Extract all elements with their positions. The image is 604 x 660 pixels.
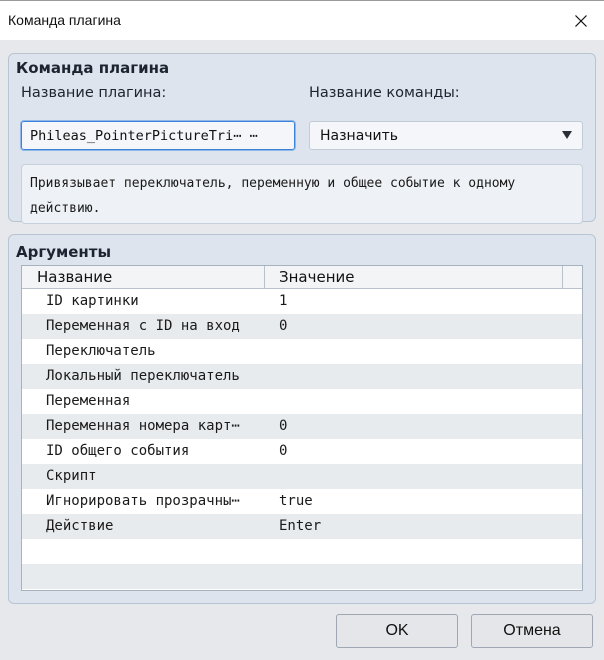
arg-value: 0 bbox=[279, 443, 288, 459]
column-divider[interactable] bbox=[264, 266, 265, 288]
command-name-select[interactable]: Назначить bbox=[309, 121, 583, 150]
table-row[interactable]: Переменная с ID на вход 0 bbox=[22, 314, 582, 339]
table-row[interactable]: Скрипт bbox=[22, 464, 582, 489]
command-name-label: Название команды: bbox=[309, 85, 460, 101]
arg-name: Переменная с ID на вход bbox=[46, 318, 240, 334]
ok-button[interactable]: OK bbox=[336, 614, 458, 648]
column-header-value[interactable]: Значение bbox=[279, 266, 355, 288]
arg-name: Игнорировать прозрачны⋯ bbox=[46, 493, 240, 509]
arg-name: ID картинки bbox=[46, 293, 139, 309]
plugin-name-label: Название плагина: bbox=[21, 85, 167, 101]
arg-value: Enter bbox=[279, 518, 322, 534]
arguments-table: Название Значение ID картинки 1 Переменн… bbox=[21, 265, 583, 591]
arguments-group: Аргументы Название Значение ID картинки … bbox=[8, 234, 596, 604]
dialog-body: Команда плагина Название плагина: Назван… bbox=[0, 40, 604, 660]
arg-value: true bbox=[279, 493, 313, 509]
cancel-button[interactable]: Отмена bbox=[471, 614, 593, 648]
title-bar: Команда плагина bbox=[0, 0, 604, 41]
arg-value: 0 bbox=[279, 418, 288, 434]
empty-table-row bbox=[22, 539, 582, 564]
arg-name: Переменная bbox=[46, 393, 131, 409]
arg-name: ID общего события bbox=[46, 443, 190, 459]
table-row[interactable]: Действие Enter bbox=[22, 514, 582, 539]
arg-value: 0 bbox=[279, 318, 288, 334]
arg-value: 1 bbox=[279, 293, 288, 309]
arg-name: Скрипт bbox=[46, 468, 97, 484]
table-row[interactable]: Переключатель bbox=[22, 339, 582, 364]
close-icon bbox=[575, 15, 587, 27]
table-header: Название Значение bbox=[22, 266, 582, 289]
table-row[interactable]: Переменная номера карт⋯ 0 bbox=[22, 414, 582, 439]
arg-name: Переменная номера карт⋯ bbox=[46, 418, 240, 434]
arg-name: Переключатель bbox=[46, 343, 156, 359]
close-button[interactable] bbox=[558, 1, 604, 41]
arguments-group-title: Аргументы bbox=[16, 243, 112, 261]
plugin-name-field[interactable]: Phileas_PointerPictureTri⋯ ⋯ bbox=[20, 120, 296, 151]
table-row[interactable]: Локальный переключатель bbox=[22, 364, 582, 389]
table-row[interactable]: Игнорировать прозрачны⋯ true bbox=[22, 489, 582, 514]
table-row[interactable]: ID картинки 1 bbox=[22, 289, 582, 314]
table-row[interactable]: Переменная bbox=[22, 389, 582, 414]
table-body: ID картинки 1 Переменная с ID на вход 0 … bbox=[22, 289, 582, 589]
window-title: Команда плагина bbox=[8, 12, 121, 28]
arg-name: Действие bbox=[46, 518, 114, 534]
column-header-name[interactable]: Название bbox=[37, 266, 112, 288]
arg-name: Локальный переключатель bbox=[46, 368, 240, 384]
dropdown-arrow-icon bbox=[562, 131, 572, 139]
command-group: Команда плагина Название плагина: Назван… bbox=[8, 53, 596, 224]
empty-table-row bbox=[22, 564, 582, 589]
command-group-title: Команда плагина bbox=[16, 59, 170, 77]
command-description: Привязывает переключатель, переменную и … bbox=[21, 164, 583, 224]
table-row[interactable]: ID общего события 0 bbox=[22, 439, 582, 464]
column-divider[interactable] bbox=[562, 266, 563, 288]
command-name-value: Назначить bbox=[320, 128, 399, 144]
